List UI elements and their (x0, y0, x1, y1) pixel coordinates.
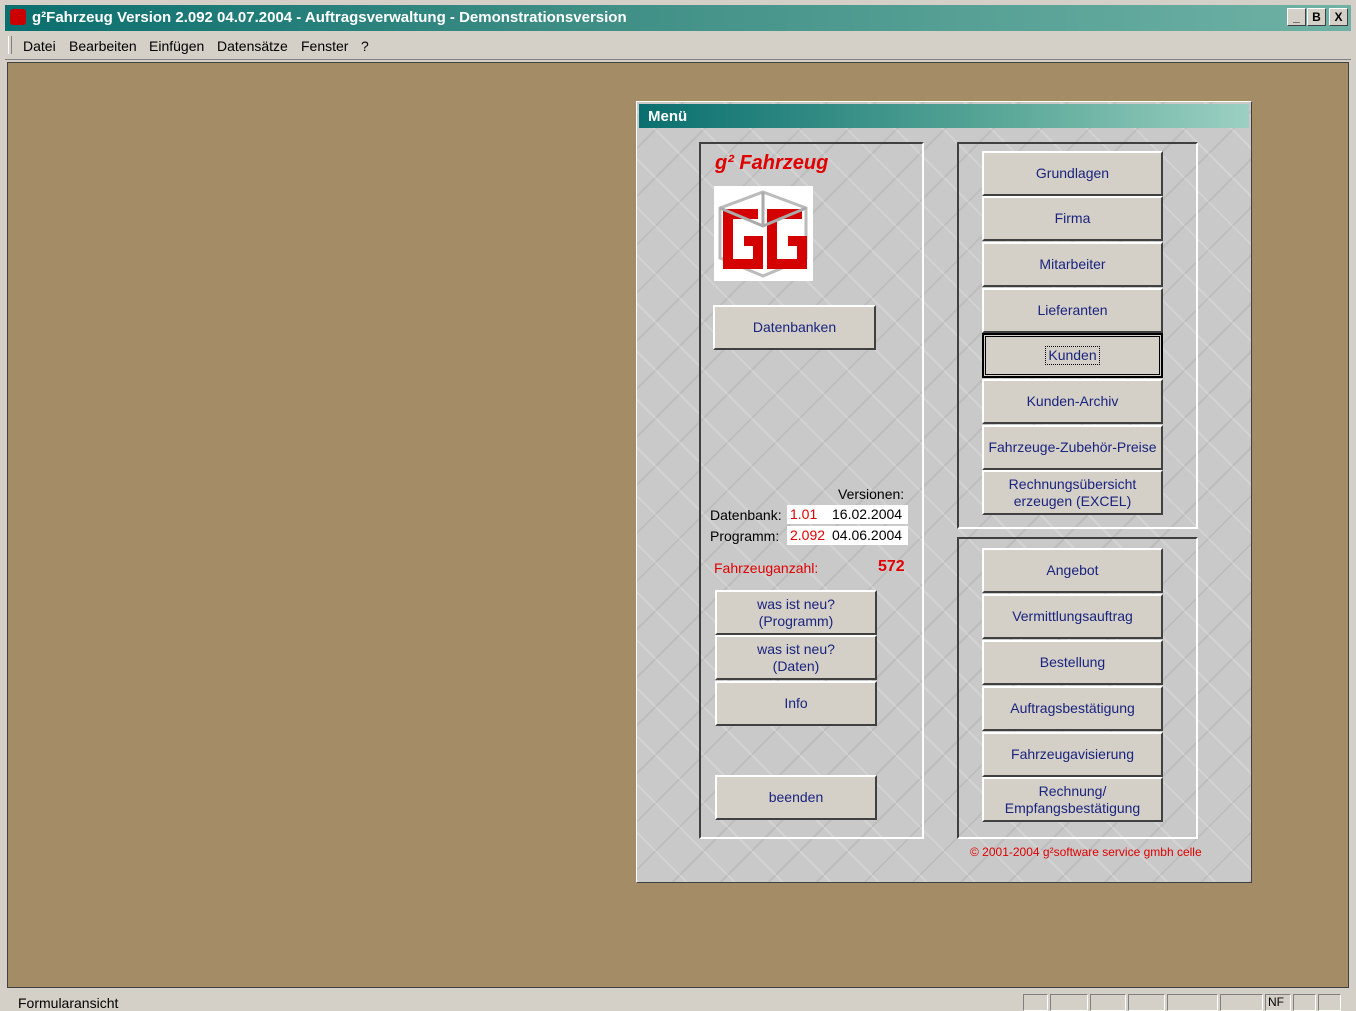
status-bar: Formularansicht NF (0, 990, 1356, 1011)
window-title: g²Fahrzeug Version 2.092 04.07.2004 - Au… (32, 9, 627, 26)
datenbank-date: 16.02.2004 (829, 505, 908, 524)
datenbanken-button[interactable]: Datenbanken (713, 305, 876, 350)
angebot-label: Angebot (1046, 562, 1099, 578)
menu-datensaetze[interactable]: Datensätze (217, 38, 288, 54)
auftragsbestaetigung-button[interactable]: Auftragsbestätigung (982, 686, 1163, 731)
status-pane (1128, 994, 1165, 1011)
datenbanken-label: Datenbanken (752, 319, 837, 335)
vehicle-count: 572 (878, 558, 905, 575)
info-label: Info (784, 695, 808, 711)
lieferanten-button[interactable]: Lieferanten (982, 288, 1163, 333)
g2-logo-icon (714, 186, 813, 281)
kunden-button[interactable]: Kunden (982, 333, 1163, 378)
news-data-line2: (Daten) (772, 657, 820, 674)
menu-bar: Datei Bearbeiten Einfügen Datensätze Fen… (5, 31, 1351, 60)
menu-datei[interactable]: Datei (23, 38, 56, 54)
firma-label: Firma (1054, 210, 1091, 226)
kunden-archiv-button[interactable]: Kunden-Archiv (982, 379, 1163, 424)
logo-title: g² Fahrzeug (715, 152, 829, 174)
app-icon[interactable] (10, 9, 26, 25)
fahrzeugavisierung-label: Fahrzeugavisierung (1011, 746, 1134, 762)
rechnung-button[interactable]: Rechnung/ Empfangsbestätigung (982, 777, 1163, 822)
fahrzeuge-zubehoer-preise-label: Fahrzeuge-Zubehör-Preise (988, 439, 1157, 455)
versions-heading: Versionen: (838, 486, 905, 502)
kunden-label: Kunden (1045, 346, 1100, 365)
status-pane (1050, 994, 1088, 1011)
bestellung-label: Bestellung (1039, 654, 1106, 670)
status-pane (1318, 994, 1341, 1011)
kunden-archiv-label: Kunden-Archiv (1026, 393, 1119, 409)
quit-button[interactable]: beenden (715, 775, 877, 820)
news-data-button[interactable]: was ist neu? (Daten) (715, 635, 877, 680)
news-program-button[interactable]: was ist neu? (Programm) (715, 590, 877, 635)
bestellung-button[interactable]: Bestellung (982, 640, 1163, 685)
vermittlungsauftrag-button[interactable]: Vermittlungsauftrag (982, 594, 1163, 639)
rechnung-line2: Empfangsbestätigung (1004, 799, 1141, 816)
info-button[interactable]: Info (715, 681, 877, 726)
vehicle-count-label: Fahrzeuganzahl: (714, 560, 819, 576)
programm-label: Programm: (710, 528, 780, 544)
grundlagen-button[interactable]: Grundlagen (982, 151, 1163, 196)
grundlagen-label: Grundlagen (1035, 165, 1110, 181)
rechnung-line1: Rechnung/ (1038, 782, 1107, 799)
menu-help[interactable]: ? (361, 38, 369, 54)
auftragsbestaetigung-label: Auftragsbestätigung (1010, 700, 1135, 716)
fahrzeuge-zubehoer-preise-button[interactable]: Fahrzeuge-Zubehör-Preise (982, 425, 1163, 470)
title-bar: g²Fahrzeug Version 2.092 04.07.2004 - Au… (5, 5, 1351, 31)
menu-fenster[interactable]: Fenster (301, 38, 348, 54)
angebot-button[interactable]: Angebot (982, 548, 1163, 593)
firma-button[interactable]: Firma (982, 196, 1163, 241)
programm-date: 04.06.2004 (829, 526, 908, 545)
copyright-text: © 2001-2004 g²software service gmbh cell… (970, 845, 1202, 859)
status-indicator-nf: NF (1265, 994, 1291, 1011)
status-pane (1167, 994, 1218, 1011)
form-title-bar: Menü (639, 104, 1249, 128)
mitarbeiter-label: Mitarbeiter (1039, 256, 1106, 272)
status-pane (1220, 994, 1263, 1011)
mitarbeiter-button[interactable]: Mitarbeiter (982, 242, 1163, 287)
fahrzeugavisierung-button[interactable]: Fahrzeugavisierung (982, 732, 1163, 777)
excel-export-line1: Rechnungsübersicht (1008, 475, 1137, 492)
vermittlungsauftrag-label: Vermittlungsauftrag (1012, 608, 1133, 624)
news-program-line1: was ist neu? (757, 595, 835, 612)
programm-version: 2.092 (787, 526, 830, 545)
datenbank-version: 1.01 (787, 505, 830, 524)
news-data-line1: was ist neu? (757, 640, 835, 657)
quit-label: beenden (768, 789, 824, 805)
excel-export-button[interactable]: Rechnungsübersicht erzeugen (EXCEL) (982, 470, 1163, 515)
datenbank-label: Datenbank: (710, 507, 782, 523)
status-pane (1023, 994, 1048, 1011)
form-title: Menü (648, 108, 688, 125)
menu-bearbeiten[interactable]: Bearbeiten (69, 38, 137, 54)
status-text: Formularansicht (18, 995, 119, 1011)
excel-export-line2: erzeugen (EXCEL) (1013, 492, 1132, 509)
menu-einfuegen[interactable]: Einfügen (149, 38, 204, 54)
maximize-button[interactable]: B (1307, 8, 1326, 26)
status-pane (1090, 994, 1126, 1011)
menu-grip (8, 36, 12, 54)
close-button[interactable]: X (1329, 8, 1348, 26)
minimize-button[interactable]: _ (1287, 8, 1306, 26)
status-pane (1293, 994, 1316, 1011)
news-program-line2: (Programm) (758, 612, 834, 629)
lieferanten-label: Lieferanten (1037, 302, 1108, 318)
